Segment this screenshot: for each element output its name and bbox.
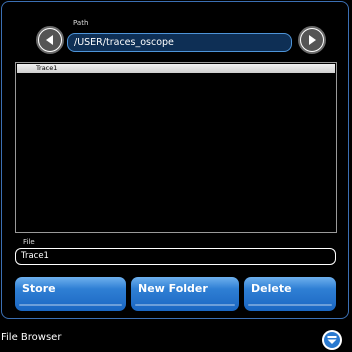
forward-button[interactable] xyxy=(298,26,326,54)
delete-button[interactable]: Delete xyxy=(244,277,336,311)
path-field[interactable]: /USER/traces_oscope xyxy=(67,33,292,52)
window-title: File Browser xyxy=(1,332,62,343)
file-name-input[interactable]: Trace1 xyxy=(15,248,336,265)
forward-arrow-icon xyxy=(309,35,316,45)
new-folder-button[interactable]: New Folder xyxy=(131,277,239,311)
list-item[interactable]: Trace1 xyxy=(17,64,335,73)
menu-button[interactable] xyxy=(322,330,342,350)
back-arrow-icon xyxy=(46,35,53,45)
file-list[interactable]: Trace1 xyxy=(15,62,337,233)
chevron-down-icon xyxy=(327,336,337,344)
store-button[interactable]: Store xyxy=(15,277,126,311)
file-browser-panel: Path /USER/traces_oscope Trace1 File Tra… xyxy=(1,1,349,319)
file-label: File xyxy=(23,238,35,246)
path-label: Path xyxy=(73,19,89,27)
back-button[interactable] xyxy=(36,26,64,54)
